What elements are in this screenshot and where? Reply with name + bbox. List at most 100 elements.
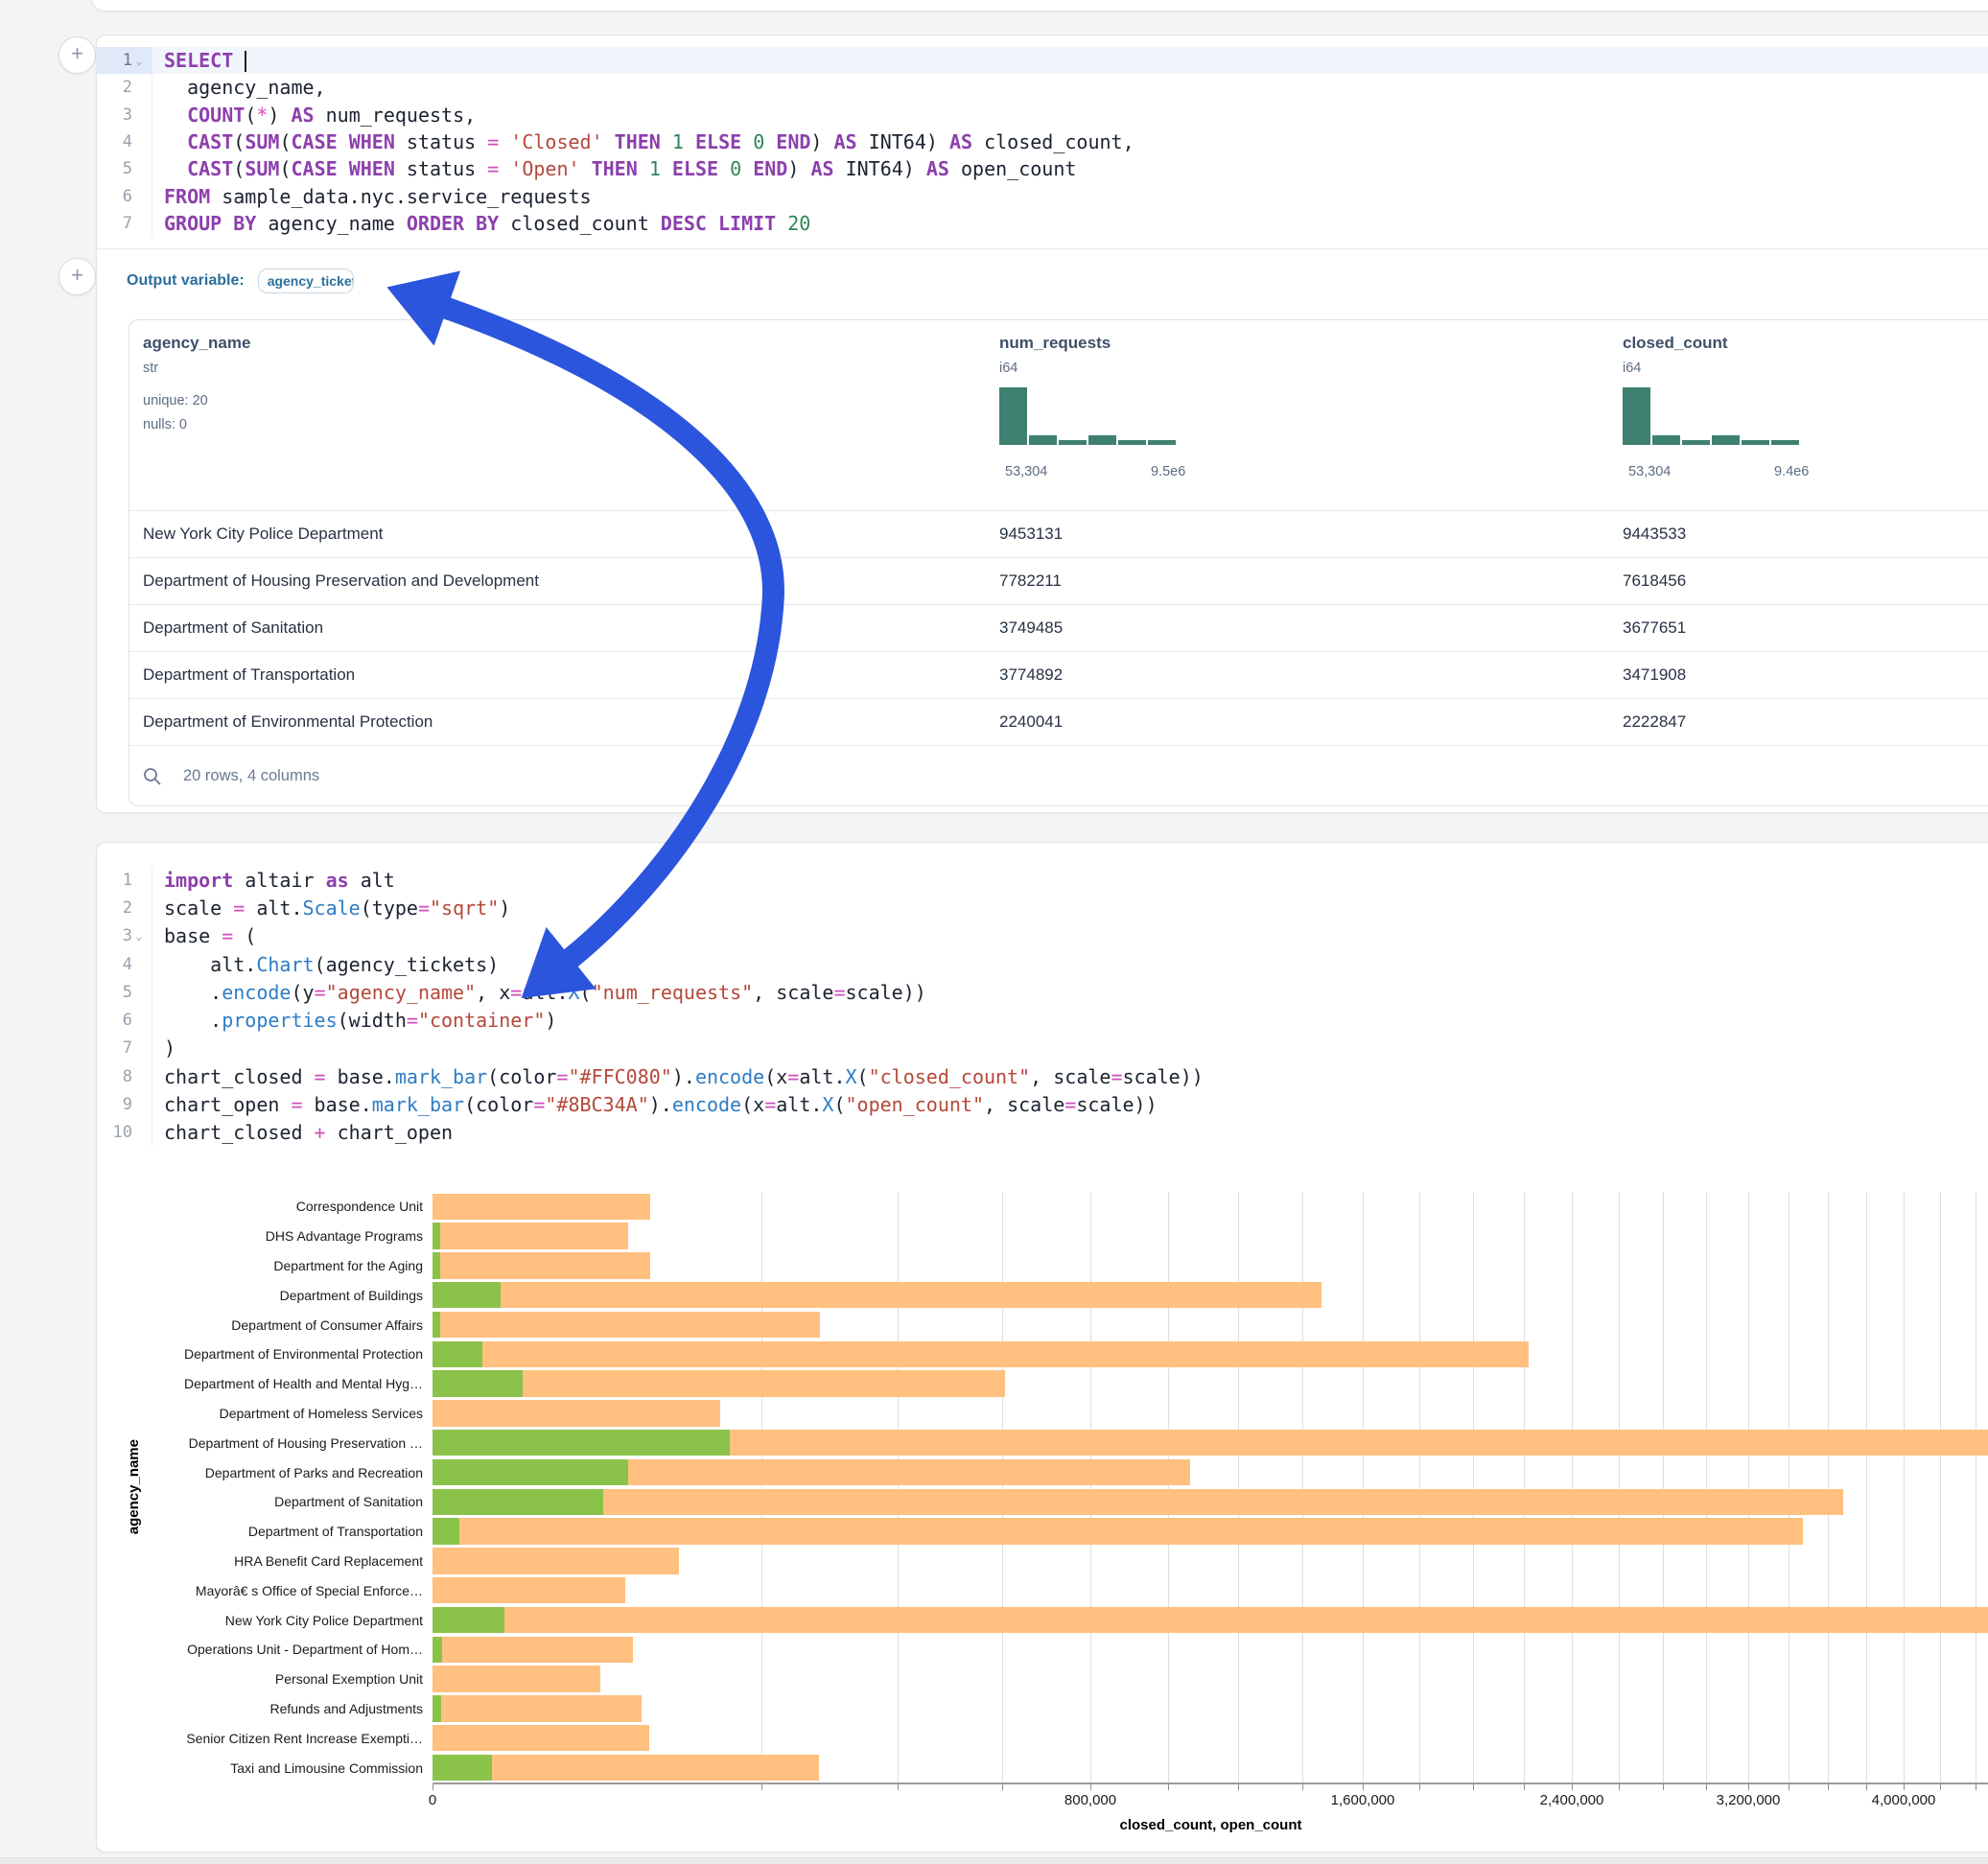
bar-open[interactable]: [433, 1341, 482, 1368]
python-code-editor[interactable]: 1⌄import altair as alt2⌄scale = alt.Scal…: [97, 866, 1988, 1147]
code-token: =: [1111, 1065, 1122, 1088]
code-line[interactable]: 7⌄): [97, 1035, 1988, 1062]
code-line[interactable]: 4⌄ alt.Chart(agency_tickets): [97, 950, 1988, 978]
code-token: SUM: [245, 130, 279, 153]
code-token: [499, 130, 510, 153]
bar-closed[interactable]: [433, 1282, 1321, 1309]
table-cell: 2222847: [1623, 712, 1686, 732]
fold-chevron-icon[interactable]: ⌄: [132, 929, 146, 943]
bar-closed[interactable]: [433, 1666, 600, 1692]
table-row[interactable]: Department of Housing Preservation and D…: [129, 557, 1988, 605]
table-column-header[interactable]: num_requestsi6453,3049.5e6: [999, 320, 1325, 510]
bar-open[interactable]: [433, 1695, 441, 1722]
code-token: scale: [164, 897, 233, 920]
output-variable-pill[interactable]: agency_tickets: [258, 268, 354, 293]
cell-divider: [97, 248, 1988, 249]
bar-closed[interactable]: [433, 1312, 820, 1339]
table-row[interactable]: New York City Police Department945313194…: [129, 510, 1988, 558]
code-token: ORDER BY: [407, 212, 499, 235]
line-gutter: 5⌄: [97, 155, 152, 182]
code-line[interactable]: 5⌄ CAST(SUM(CASE WHEN status = 'Open' TH…: [97, 155, 1988, 182]
table-cell: 7782211: [999, 571, 1062, 591]
code-line[interactable]: 1⌄SELECT: [97, 47, 1988, 74]
bar-open[interactable]: [433, 1489, 603, 1516]
code-token: SUM: [245, 157, 279, 180]
table-column-header[interactable]: closed_counti6453,3049.4e6: [1623, 320, 1949, 510]
histogram-bar: [1029, 435, 1057, 445]
code-line[interactable]: 6⌄ .properties(width="container"): [97, 1006, 1988, 1034]
bar-closed[interactable]: [433, 1223, 628, 1249]
chart-row: [433, 1635, 1988, 1665]
bar-open[interactable]: [433, 1430, 730, 1456]
histogram-bar: [1771, 440, 1799, 445]
bar-open[interactable]: [433, 1607, 504, 1634]
code-token: +: [315, 1121, 326, 1144]
table-row[interactable]: Department of Sanitation37494853677651: [129, 604, 1988, 652]
code-line[interactable]: 4⌄ CAST(SUM(CASE WHEN status = 'Closed' …: [97, 128, 1988, 155]
code-token: =: [233, 897, 245, 920]
search-icon[interactable]: [143, 767, 162, 786]
bar-open[interactable]: [433, 1252, 440, 1279]
bar-closed[interactable]: [433, 1400, 720, 1427]
bar-closed[interactable]: [433, 1518, 1803, 1545]
code-token: CASE: [291, 130, 337, 153]
bar-closed[interactable]: [433, 1194, 650, 1221]
code-text: .properties(width="container"): [152, 1009, 556, 1032]
x-axis-tick: [1572, 1784, 1573, 1790]
table-row[interactable]: Department of Transportation377489234719…: [129, 651, 1988, 699]
table-cell: 9453131: [999, 524, 1063, 544]
code-line[interactable]: 6⌄FROM sample_data.nyc.service_requests: [97, 182, 1988, 209]
histogram-bar: [1652, 435, 1680, 445]
bar-closed[interactable]: [433, 1607, 1988, 1634]
bar-closed[interactable]: [433, 1489, 1843, 1516]
bar-open[interactable]: [433, 1637, 442, 1664]
x-axis-title: closed_count, open_count: [433, 1817, 1988, 1833]
bar-closed[interactable]: [433, 1725, 649, 1752]
code-line[interactable]: 3⌄base = (: [97, 922, 1988, 950]
code-line[interactable]: 3⌄ COUNT(*) AS num_requests,: [97, 102, 1988, 128]
add-cell-button[interactable]: +: [58, 36, 96, 74]
bar-closed[interactable]: [433, 1637, 633, 1664]
code-token: open_count: [949, 157, 1076, 180]
bar-open[interactable]: [433, 1223, 440, 1249]
fold-chevron-icon[interactable]: ⌄: [132, 54, 146, 67]
code-token: [164, 157, 187, 180]
bar-open[interactable]: [433, 1518, 459, 1545]
bar-open[interactable]: [433, 1282, 501, 1309]
bar-closed[interactable]: [433, 1695, 642, 1722]
line-number: 1: [109, 871, 132, 890]
code-line[interactable]: 7⌄GROUP BY agency_name ORDER BY closed_c…: [97, 210, 1988, 237]
code-token: [741, 157, 753, 180]
bar-open[interactable]: [433, 1755, 492, 1782]
bar-open[interactable]: [433, 1312, 440, 1339]
code-token: alt.: [245, 897, 302, 920]
code-token: (: [233, 157, 245, 180]
code-token: properties: [222, 1009, 337, 1032]
bar-open[interactable]: [433, 1370, 523, 1397]
code-line[interactable]: 9⌄chart_open = base.mark_bar(color="#8BC…: [97, 1090, 1988, 1118]
bar-open[interactable]: [433, 1459, 628, 1486]
code-token: =: [487, 130, 499, 153]
x-axis-tick: [1619, 1784, 1620, 1790]
code-line[interactable]: 8⌄chart_closed = base.mark_bar(color="#F…: [97, 1062, 1988, 1090]
code-token: (agency_tickets): [315, 953, 500, 976]
bar-closed[interactable]: [433, 1341, 1529, 1368]
code-line[interactable]: 2⌄scale = alt.Scale(type="sqrt"): [97, 894, 1988, 921]
code-line[interactable]: 10⌄chart_closed + chart_open: [97, 1119, 1988, 1147]
code-token: END: [776, 130, 810, 153]
add-cell-button[interactable]: +: [58, 258, 96, 295]
bar-closed[interactable]: [433, 1548, 679, 1574]
sql-code-editor[interactable]: 1⌄SELECT 2⌄ agency_name,3⌄ COUNT(*) AS n…: [97, 47, 1988, 237]
y-axis-label: Department of Housing Preservation …: [189, 1435, 423, 1451]
table-row[interactable]: Department of Environmental Protection22…: [129, 698, 1988, 746]
code-token: =: [418, 897, 430, 920]
bar-closed[interactable]: [433, 1577, 625, 1604]
code-token: =: [315, 981, 326, 1004]
code-line[interactable]: 1⌄import altair as alt: [97, 866, 1988, 894]
bar-closed[interactable]: [433, 1252, 650, 1279]
code-line[interactable]: 2⌄ agency_name,: [97, 74, 1988, 101]
code-token: [580, 157, 592, 180]
code-line[interactable]: 5⌄ .encode(y="agency_name", x=alt.X("num…: [97, 978, 1988, 1006]
code-token: DESC: [661, 212, 707, 235]
table-column-header[interactable]: agency_namestrunique: 20nulls: 0: [143, 320, 469, 510]
